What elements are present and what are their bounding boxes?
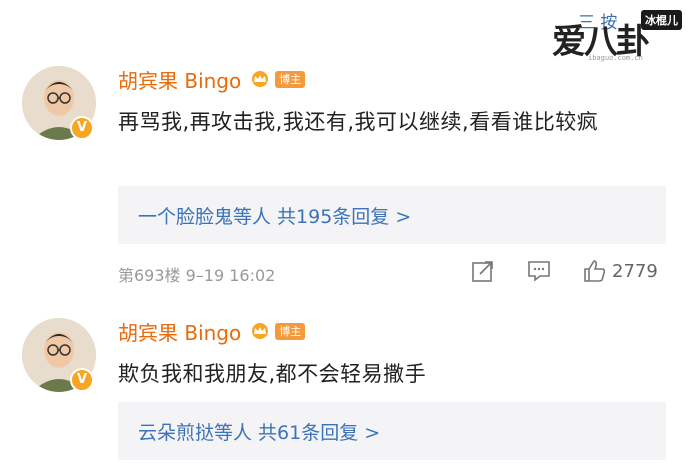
comment-icon[interactable] bbox=[526, 258, 552, 284]
name-row: 胡宾果 Bingo 博主 bbox=[118, 316, 306, 346]
like-count: 2779 bbox=[612, 260, 658, 282]
comment-text: 再骂我,再攻击我,我还有,我可以继续,看看谁比较疯 bbox=[118, 110, 599, 134]
comment-text: 欺负我和我朋友,都不会轻易撒手 bbox=[118, 362, 427, 386]
comment-actions: 2779 bbox=[470, 258, 658, 284]
top-bar: 三 按 爱八卦 冰棍儿 ibaguo.com.cn bbox=[0, 0, 690, 62]
username[interactable]: 胡宾果 Bingo bbox=[118, 65, 241, 94]
comment-floor-time: 第693楼 9–19 16:02 bbox=[118, 266, 276, 285]
name-row: 胡宾果 Bingo 博主 bbox=[118, 64, 306, 94]
crown-icon bbox=[252, 323, 269, 339]
verified-badge-icon: V bbox=[70, 368, 94, 392]
crown-icon bbox=[252, 71, 269, 87]
reply-summary-link[interactable]: 一个脸脸鬼等人 共195条回复 > bbox=[138, 202, 411, 229]
share-icon[interactable] bbox=[470, 258, 496, 284]
watermark-badge: 冰棍儿 bbox=[641, 10, 682, 30]
username[interactable]: 胡宾果 Bingo bbox=[118, 317, 241, 346]
like-icon[interactable] bbox=[582, 258, 608, 284]
reply-box[interactable]: 一个脸脸鬼等人 共195条回复 > bbox=[118, 186, 666, 244]
reply-box[interactable]: 云朵煎挞等人 共61条回复 > bbox=[118, 402, 666, 460]
host-tag: 博主 bbox=[275, 70, 306, 88]
reply-summary-link[interactable]: 云朵煎挞等人 共61条回复 > bbox=[138, 418, 380, 445]
host-tag: 博主 bbox=[275, 322, 306, 340]
watermark-logo: 爱八卦 冰棍儿 ibaguo.com.cn bbox=[548, 4, 688, 66]
verified-badge-icon: V bbox=[70, 116, 94, 140]
watermark-url: ibaguo.com.cn bbox=[588, 54, 643, 62]
